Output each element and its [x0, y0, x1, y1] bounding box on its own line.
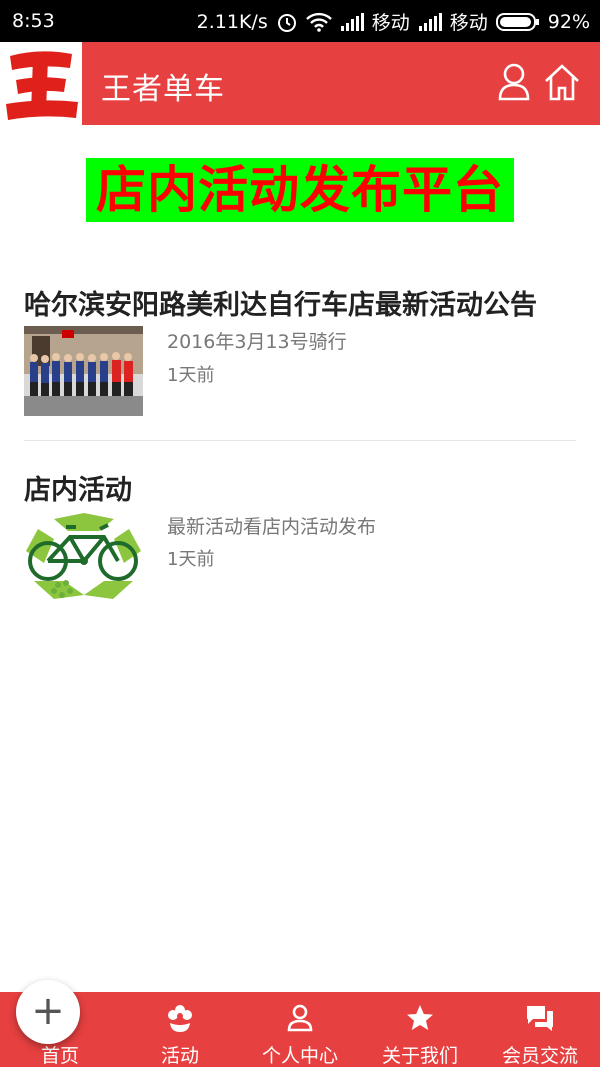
- app-header: 王者单车: [0, 42, 600, 125]
- nav-item-about[interactable]: 关于我们: [360, 992, 480, 1067]
- nav-item-community[interactable]: 会员交流: [480, 992, 600, 1067]
- carrier-label: 移动: [371, 12, 410, 34]
- nav-item-profile[interactable]: 个人中心: [240, 992, 360, 1067]
- post-title[interactable]: 店内活动: [24, 468, 132, 507]
- post-title[interactable]: 哈尔滨安阳路美利达自行车店最新活动公告: [24, 283, 537, 322]
- battery-level: 92%: [547, 10, 590, 33]
- carrier-label: 移动: [449, 12, 488, 34]
- nav-label: 活动: [160, 1045, 199, 1067]
- bottom-navigation: 首页 活动 个人中心 关于我们 会员交流: [0, 992, 600, 1067]
- user-icon[interactable]: [497, 62, 531, 102]
- nav-item-activities[interactable]: 活动: [120, 992, 240, 1067]
- chat-icon: [527, 1006, 553, 1031]
- status-bar: 8:53 2.11K/s 移动 移动 92%: [0, 0, 600, 42]
- signal-icon: [340, 12, 364, 31]
- status-time: 8:53: [12, 10, 55, 32]
- network-speed: 2.11K/s: [196, 10, 268, 33]
- alarm-icon: [277, 13, 296, 32]
- home-icon[interactable]: [543, 62, 581, 102]
- person-icon: [287, 1004, 313, 1032]
- wifi-icon: [305, 12, 332, 32]
- app-logo: [0, 42, 82, 125]
- post-time: 1天前: [167, 365, 215, 386]
- list-divider: [24, 440, 576, 441]
- app-title: 王者单车: [101, 72, 225, 107]
- nav-label: 个人中心: [261, 1045, 338, 1067]
- nav-label: 关于我们: [381, 1045, 458, 1067]
- nav-label: 首页: [40, 1045, 79, 1067]
- flower-icon: [168, 1005, 192, 1032]
- star-icon: [407, 1005, 433, 1030]
- post-thumbnail[interactable]: [24, 511, 143, 601]
- post-summary: 最新活动看店内活动发布: [167, 516, 377, 538]
- nav-label: 会员交流: [501, 1045, 578, 1067]
- post-time: 1天前: [167, 549, 215, 570]
- battery-icon: [495, 12, 539, 31]
- post-thumbnail[interactable]: [24, 326, 143, 416]
- activity-banner: 店内活动发布平台: [86, 158, 514, 222]
- post-summary: 2016年3月13号骑行: [167, 331, 347, 353]
- signal-icon: [418, 12, 442, 31]
- add-button[interactable]: +: [16, 980, 80, 1044]
